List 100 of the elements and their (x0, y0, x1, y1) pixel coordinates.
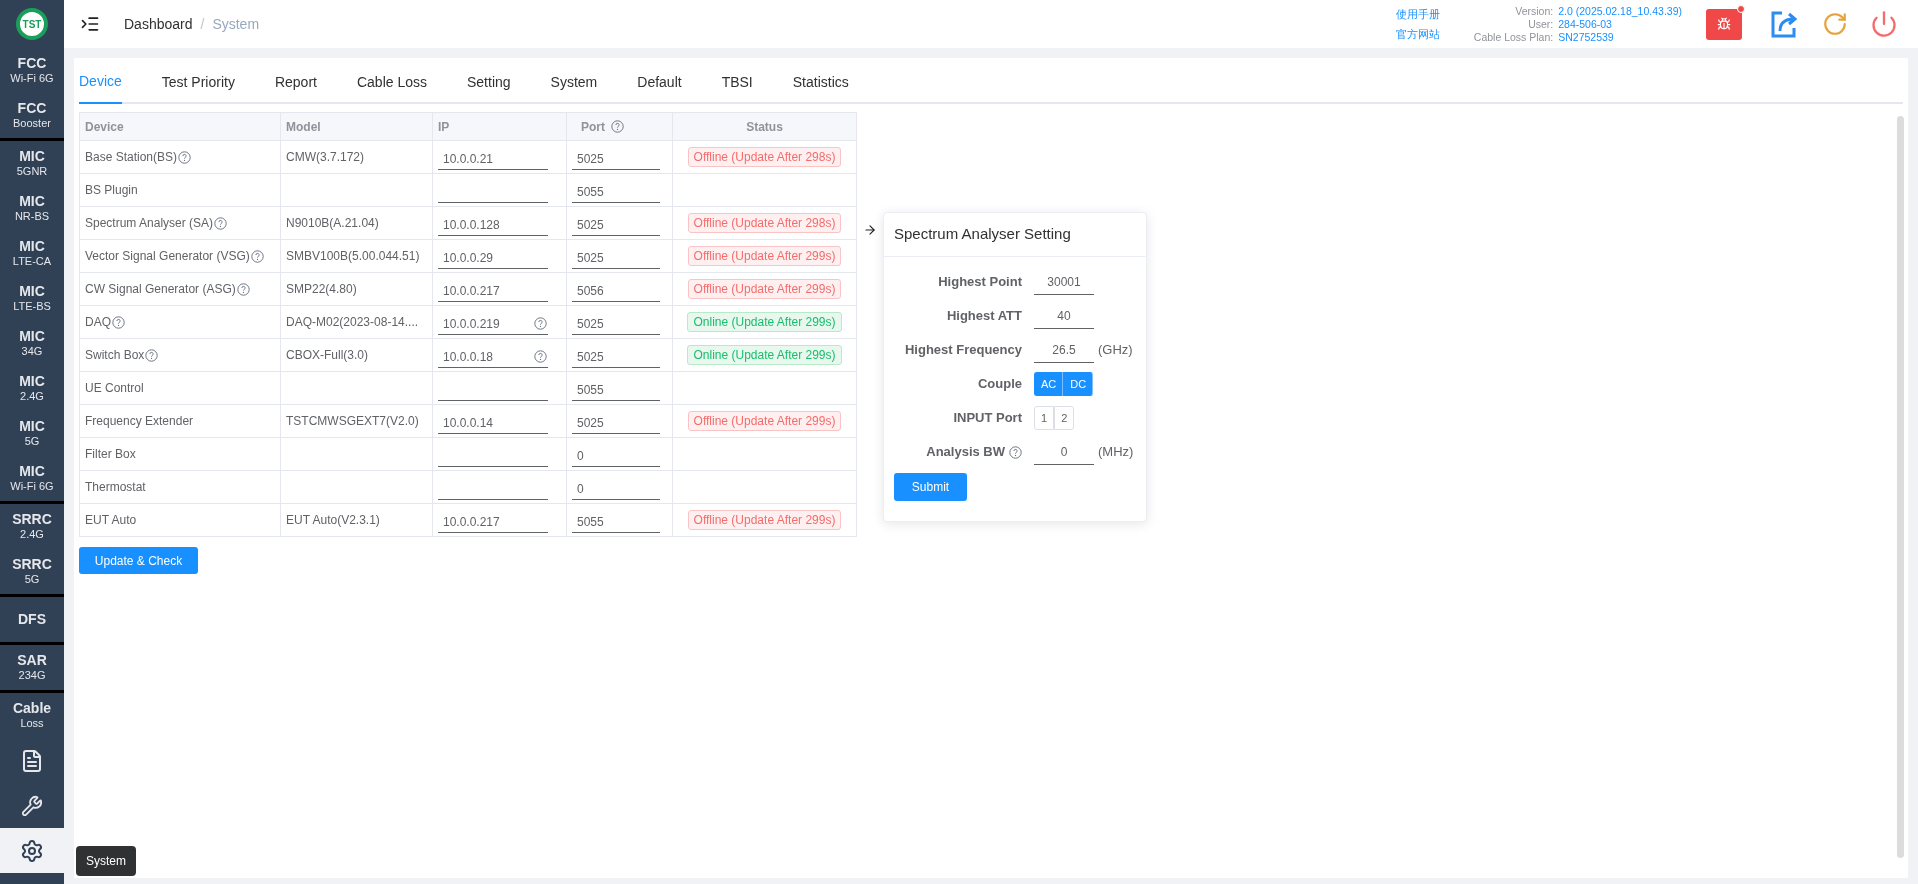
document-icon (20, 748, 44, 773)
tab[interactable]: Report (254, 60, 337, 104)
unit-text: (MHz) (1098, 443, 1134, 462)
sidebar-item[interactable]: MIC 34G (0, 321, 64, 366)
sidebar-item[interactable]: MIC NR-BS (0, 186, 64, 231)
device-name: DAQ (85, 313, 125, 331)
help-icon (112, 315, 125, 329)
model-text: SMP22(4.80) (286, 282, 357, 296)
tab[interactable]: TBSI (701, 60, 773, 104)
tab[interactable]: Default (617, 60, 702, 104)
model-text: CMW(3.7.172) (286, 150, 365, 164)
model-text: DAQ-M02(2023-08-14.... (286, 315, 419, 329)
setting-field[interactable]: 40 (1034, 303, 1094, 329)
column-header: Status (672, 112, 857, 141)
breadcrumb-separator: / (200, 14, 205, 34)
settings-icon (20, 838, 44, 863)
sidebar-item[interactable]: SAR 234G (0, 645, 64, 690)
sidebar-item[interactable]: FCC Booster (0, 93, 64, 138)
tab[interactable]: Test Priority (141, 60, 255, 104)
tab[interactable]: Statistics (772, 60, 869, 104)
sidebar-item[interactable]: MIC 2.4G (0, 366, 64, 411)
unit-text: (GHz) (1098, 341, 1133, 360)
field-label: Highest Frequency (903, 341, 1022, 360)
setting-field[interactable]: 0 (1034, 439, 1094, 465)
sidebar-item[interactable]: Cable Loss (0, 693, 64, 738)
tab[interactable]: Cable Loss (336, 60, 447, 104)
help-icon (236, 282, 250, 296)
help-icon (534, 350, 547, 363)
setting-field[interactable]: 30001 (1034, 269, 1094, 295)
tab[interactable]: Setting (447, 60, 531, 104)
info-label: User: (1527, 17, 1554, 31)
logo: TST (16, 8, 48, 40)
help-icon (214, 216, 228, 230)
sidebar-item[interactable] (0, 828, 64, 873)
field-label: Analysis BW (894, 442, 1022, 462)
tab[interactable]: System (530, 60, 618, 104)
status-tag: Offline (Update After 299s) (687, 246, 842, 266)
setting-field[interactable]: 26.5 (1034, 337, 1094, 363)
model-text: EUT Auto(V2.3.1) (286, 513, 380, 527)
device-name: Frequency Extender (85, 413, 194, 430)
device-name: UE Control (85, 380, 144, 397)
segment-option[interactable]: 1 (1034, 406, 1055, 430)
device-name: EUT Auto (85, 512, 137, 529)
device-name: Thermostat (85, 479, 146, 496)
column-header: Device (79, 112, 281, 141)
help-icon (145, 348, 159, 362)
sidebar-item[interactable]: MIC LTE-CA (0, 231, 64, 276)
info-value: 2.0 (2025.02.18_10.43.39) (1558, 4, 1682, 18)
status-tag: Offline (Update After 298s) (687, 213, 842, 233)
status-tag: Offline (Update After 299s) (687, 411, 842, 431)
sidebar-item[interactable]: SRRC 5G (0, 549, 64, 594)
column-header: Port (566, 112, 673, 141)
field-label: Couple (976, 375, 1022, 394)
column-header: IP (432, 112, 567, 141)
segment-option[interactable]: 2 (1054, 406, 1075, 430)
status-tag: Online (Update After 299s) (687, 312, 842, 332)
status-tag: Offline (Update After 299s) (687, 279, 842, 299)
bug-icon (1717, 17, 1731, 31)
status-tag: Offline (Update After 298s) (687, 147, 842, 167)
device-name: BS Plugin (85, 182, 138, 199)
help-icon (1009, 445, 1022, 459)
sidebar-item[interactable]: MIC 5G (0, 411, 64, 456)
menu-icon[interactable] (80, 14, 100, 34)
sidebar-item[interactable]: MIC Wi-Fi 6G (0, 456, 64, 501)
status-tag: Online (Update After 299s) (687, 345, 842, 365)
header-link[interactable]: 官方网站 (1395, 26, 1440, 43)
breadcrumb-item: System (212, 14, 260, 34)
arrow-icon (863, 223, 877, 237)
model-text: SMBV100B(5.00.044.51) (286, 249, 420, 263)
help-icon (534, 317, 547, 330)
sidebar-item[interactable]: SRRC 2.4G (0, 504, 64, 549)
power-icon[interactable] (1870, 10, 1898, 38)
field-label: Highest ATT (945, 307, 1022, 326)
help-icon (250, 249, 264, 263)
popover-title: Spectrum Analyser Setting (884, 213, 1146, 257)
model-text: N9010B(A.21.04) (286, 216, 379, 230)
header-link[interactable]: 使用手册 (1395, 5, 1440, 22)
breadcrumb-item[interactable]: Dashboard (124, 13, 193, 35)
status-tag: Offline (Update After 299s) (687, 510, 842, 530)
info-label: Cable Loss Plan: (1473, 30, 1554, 44)
help-icon (611, 120, 624, 133)
help-icon (178, 150, 192, 164)
sidebar-item[interactable]: MIC 5GNR (0, 141, 64, 186)
share-icon[interactable] (1770, 9, 1800, 39)
info-value: 284-506-03 (1558, 17, 1613, 31)
info-value: SN2752539 (1558, 30, 1615, 44)
device-name: CW Signal Generator (ASG) (85, 280, 250, 298)
field-label: INPUT Port (952, 409, 1022, 428)
sidebar-item[interactable]: DFS (0, 597, 64, 642)
sidebar-item[interactable]: FCC Wi-Fi 6G (0, 48, 64, 93)
device-name: Switch Box (85, 346, 159, 364)
device-name: Vector Signal Generator (VSG) (85, 247, 264, 265)
model-text: CBOX-Full(3.0) (286, 348, 368, 362)
column-header: Model (280, 112, 433, 141)
device-name: Base Station(BS) (85, 148, 192, 166)
device-name: Spectrum Analyser (SA) (85, 214, 228, 232)
tooltip: System (76, 846, 136, 876)
sidebar-item[interactable]: MIC LTE-BS (0, 276, 64, 321)
bug-report-button[interactable] (1706, 8, 1742, 40)
device-name: Filter Box (85, 446, 136, 463)
